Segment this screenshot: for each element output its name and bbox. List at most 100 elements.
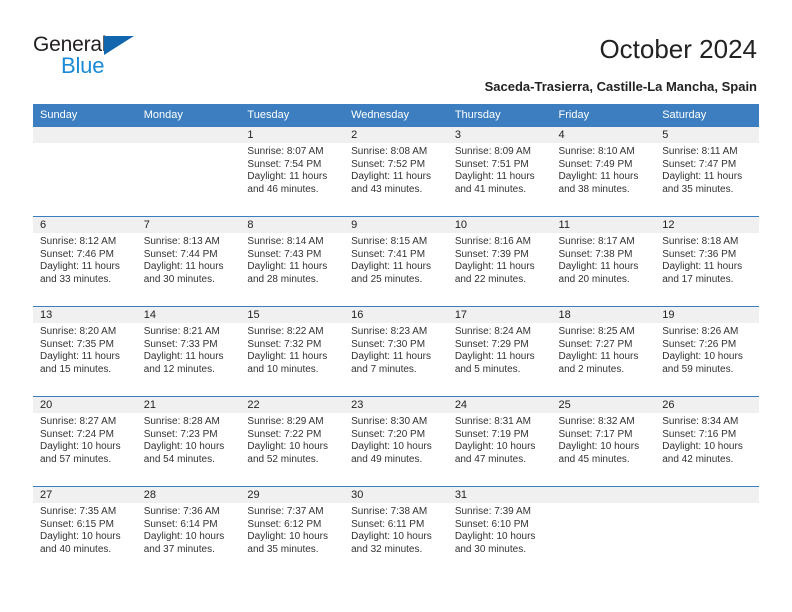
sunset-text: Sunset: 7:54 PM <box>247 158 322 170</box>
day-details: Sunrise: 8:27 AM Sunset: 7:24 PM Dayligh… <box>33 413 137 466</box>
sunset-text: Sunset: 7:23 PM <box>143 428 218 440</box>
weekday-header-friday: Friday <box>551 104 656 126</box>
day-cell[interactable]: 3 Sunrise: 8:09 AM Sunset: 7:51 PM Dayli… <box>447 126 552 216</box>
day-details: Sunrise: 7:37 AM Sunset: 6:12 PM Dayligh… <box>240 503 344 556</box>
day-cell[interactable]: 6 Sunrise: 8:12 AM Sunset: 7:46 PM Dayli… <box>33 216 137 306</box>
sunrise-text: Sunrise: 7:35 AM <box>40 506 117 517</box>
daylight-line2: and 30 minutes. <box>454 543 526 555</box>
daylight-line2: and 25 minutes. <box>351 273 423 285</box>
day-number: 24 <box>447 396 552 413</box>
daylight-line2: and 59 minutes. <box>662 363 734 375</box>
day-cell[interactable] <box>551 486 656 576</box>
daylight-line2: and 17 minutes. <box>662 273 734 285</box>
daylight-line1: Daylight: 10 hours <box>454 441 536 453</box>
daylight-line1: Daylight: 10 hours <box>351 441 432 453</box>
day-cell[interactable]: 13 Sunrise: 8:20 AM Sunset: 7:35 PM Dayl… <box>33 306 137 396</box>
sunset-text: Sunset: 7:36 PM <box>662 248 737 260</box>
daylight-line1: Daylight: 10 hours <box>454 531 536 543</box>
day-cell[interactable]: 2 Sunrise: 8:08 AM Sunset: 7:52 PM Dayli… <box>344 126 448 216</box>
day-details: Sunrise: 8:13 AM Sunset: 7:44 PM Dayligh… <box>137 233 241 286</box>
day-number: 23 <box>344 396 448 413</box>
daylight-line1: Daylight: 11 hours <box>454 171 535 183</box>
day-cell[interactable]: 9 Sunrise: 8:15 AM Sunset: 7:41 PM Dayli… <box>344 216 448 306</box>
day-cell[interactable]: 16 Sunrise: 8:23 AM Sunset: 7:30 PM Dayl… <box>344 306 448 396</box>
day-cell[interactable]: 5 Sunrise: 8:11 AM Sunset: 7:47 PM Dayli… <box>655 126 759 216</box>
day-cell[interactable]: 30 Sunrise: 7:38 AM Sunset: 6:11 PM Dayl… <box>344 486 448 576</box>
day-number: 12 <box>655 216 759 233</box>
day-cell[interactable]: 14 Sunrise: 8:21 AM Sunset: 7:33 PM Dayl… <box>136 306 241 396</box>
day-number: 27 <box>33 486 137 503</box>
day-number <box>33 126 137 143</box>
sunrise-text: Sunrise: 8:21 AM <box>143 326 220 337</box>
day-number: 17 <box>447 306 552 323</box>
day-number: 7 <box>136 216 241 233</box>
daylight-line2: and 10 minutes. <box>247 363 319 375</box>
day-cell[interactable]: 18 Sunrise: 8:25 AM Sunset: 7:27 PM Dayl… <box>551 306 656 396</box>
day-cell[interactable]: 15 Sunrise: 8:22 AM Sunset: 7:32 PM Dayl… <box>240 306 345 396</box>
day-number: 25 <box>551 396 656 413</box>
day-cell[interactable]: 12 Sunrise: 8:18 AM Sunset: 7:36 PM Dayl… <box>655 216 759 306</box>
daylight-line2: and 35 minutes. <box>662 183 734 195</box>
day-cell[interactable]: 25 Sunrise: 8:32 AM Sunset: 7:17 PM Dayl… <box>551 396 656 486</box>
day-cell[interactable]: 17 Sunrise: 8:24 AM Sunset: 7:29 PM Dayl… <box>447 306 552 396</box>
day-cell[interactable]: 11 Sunrise: 8:17 AM Sunset: 7:38 PM Dayl… <box>551 216 656 306</box>
sunrise-text: Sunrise: 8:09 AM <box>454 146 531 157</box>
day-details <box>33 143 137 146</box>
sunset-text: Sunset: 7:35 PM <box>40 338 114 350</box>
daylight-line2: and 54 minutes. <box>143 453 215 465</box>
sunset-text: Sunset: 7:51 PM <box>454 158 529 170</box>
daylight-line1: Daylight: 11 hours <box>40 351 120 363</box>
sunrise-text: Sunrise: 8:22 AM <box>247 326 324 337</box>
day-cell[interactable]: 23 Sunrise: 8:30 AM Sunset: 7:20 PM Dayl… <box>344 396 448 486</box>
day-cell[interactable]: 29 Sunrise: 7:37 AM Sunset: 6:12 PM Dayl… <box>240 486 345 576</box>
sunrise-text: Sunrise: 8:28 AM <box>143 416 220 427</box>
sunrise-text: Sunrise: 8:31 AM <box>454 416 531 427</box>
day-cell[interactable] <box>655 486 759 576</box>
day-cell[interactable]: 19 Sunrise: 8:26 AM Sunset: 7:26 PM Dayl… <box>655 306 759 396</box>
daylight-line2: and 40 minutes. <box>40 543 112 555</box>
day-cell[interactable]: 20 Sunrise: 8:27 AM Sunset: 7:24 PM Dayl… <box>33 396 137 486</box>
day-cell[interactable]: 31 Sunrise: 7:39 AM Sunset: 6:10 PM Dayl… <box>447 486 552 576</box>
sunrise-text: Sunrise: 8:17 AM <box>558 236 635 247</box>
day-cell[interactable]: 1 Sunrise: 8:07 AM Sunset: 7:54 PM Dayli… <box>240 126 345 216</box>
day-cell[interactable]: 22 Sunrise: 8:29 AM Sunset: 7:22 PM Dayl… <box>240 396 345 486</box>
day-number: 1 <box>240 126 345 143</box>
day-cell[interactable]: 4 Sunrise: 8:10 AM Sunset: 7:49 PM Dayli… <box>551 126 656 216</box>
day-cell[interactable]: 24 Sunrise: 8:31 AM Sunset: 7:19 PM Dayl… <box>447 396 552 486</box>
daylight-line1: Daylight: 11 hours <box>454 261 535 273</box>
sunset-text: Sunset: 7:47 PM <box>662 158 737 170</box>
daylight-line2: and 7 minutes. <box>351 363 417 375</box>
sunrise-text: Sunrise: 7:38 AM <box>351 506 428 517</box>
daylight-line1: Daylight: 10 hours <box>40 531 121 543</box>
day-details: Sunrise: 8:25 AM Sunset: 7:27 PM Dayligh… <box>552 323 656 376</box>
day-number: 10 <box>447 216 552 233</box>
day-details: Sunrise: 8:16 AM Sunset: 7:39 PM Dayligh… <box>448 233 552 286</box>
day-cell[interactable]: 21 Sunrise: 8:28 AM Sunset: 7:23 PM Dayl… <box>136 396 241 486</box>
sunset-text: Sunset: 7:27 PM <box>558 338 633 350</box>
day-number: 22 <box>240 396 345 413</box>
daylight-line2: and 49 minutes. <box>351 453 423 465</box>
sunset-text: Sunset: 7:46 PM <box>40 248 114 260</box>
sunrise-text: Sunrise: 8:14 AM <box>247 236 324 247</box>
daylight-line2: and 30 minutes. <box>143 273 215 285</box>
day-details: Sunrise: 8:23 AM Sunset: 7:30 PM Dayligh… <box>344 323 448 376</box>
sunset-text: Sunset: 7:30 PM <box>351 338 426 350</box>
day-number: 16 <box>344 306 448 323</box>
day-cell[interactable]: 28 Sunrise: 7:36 AM Sunset: 6:14 PM Dayl… <box>136 486 241 576</box>
day-cell[interactable]: 27 Sunrise: 7:35 AM Sunset: 6:15 PM Dayl… <box>33 486 137 576</box>
day-cell[interactable] <box>136 126 241 216</box>
day-cell[interactable]: 10 Sunrise: 8:16 AM Sunset: 7:39 PM Dayl… <box>447 216 552 306</box>
sunrise-text: Sunrise: 8:23 AM <box>351 326 428 337</box>
sunset-text: Sunset: 6:10 PM <box>454 518 529 530</box>
day-cell[interactable] <box>33 126 137 216</box>
daylight-line2: and 43 minutes. <box>351 183 423 195</box>
sunrise-text: Sunrise: 8:08 AM <box>351 146 428 157</box>
day-cell[interactable]: 7 Sunrise: 8:13 AM Sunset: 7:44 PM Dayli… <box>136 216 241 306</box>
calendar-week-row: 1 Sunrise: 8:07 AM Sunset: 7:54 PM Dayli… <box>33 126 759 216</box>
day-details: Sunrise: 8:32 AM Sunset: 7:17 PM Dayligh… <box>552 413 656 466</box>
daylight-line1: Daylight: 11 hours <box>351 351 431 363</box>
day-cell[interactable]: 26 Sunrise: 8:34 AM Sunset: 7:16 PM Dayl… <box>655 396 759 486</box>
day-details: Sunrise: 8:12 AM Sunset: 7:46 PM Dayligh… <box>33 233 137 286</box>
weekday-header-thursday: Thursday <box>447 104 552 126</box>
day-cell[interactable]: 8 Sunrise: 8:14 AM Sunset: 7:43 PM Dayli… <box>240 216 345 306</box>
